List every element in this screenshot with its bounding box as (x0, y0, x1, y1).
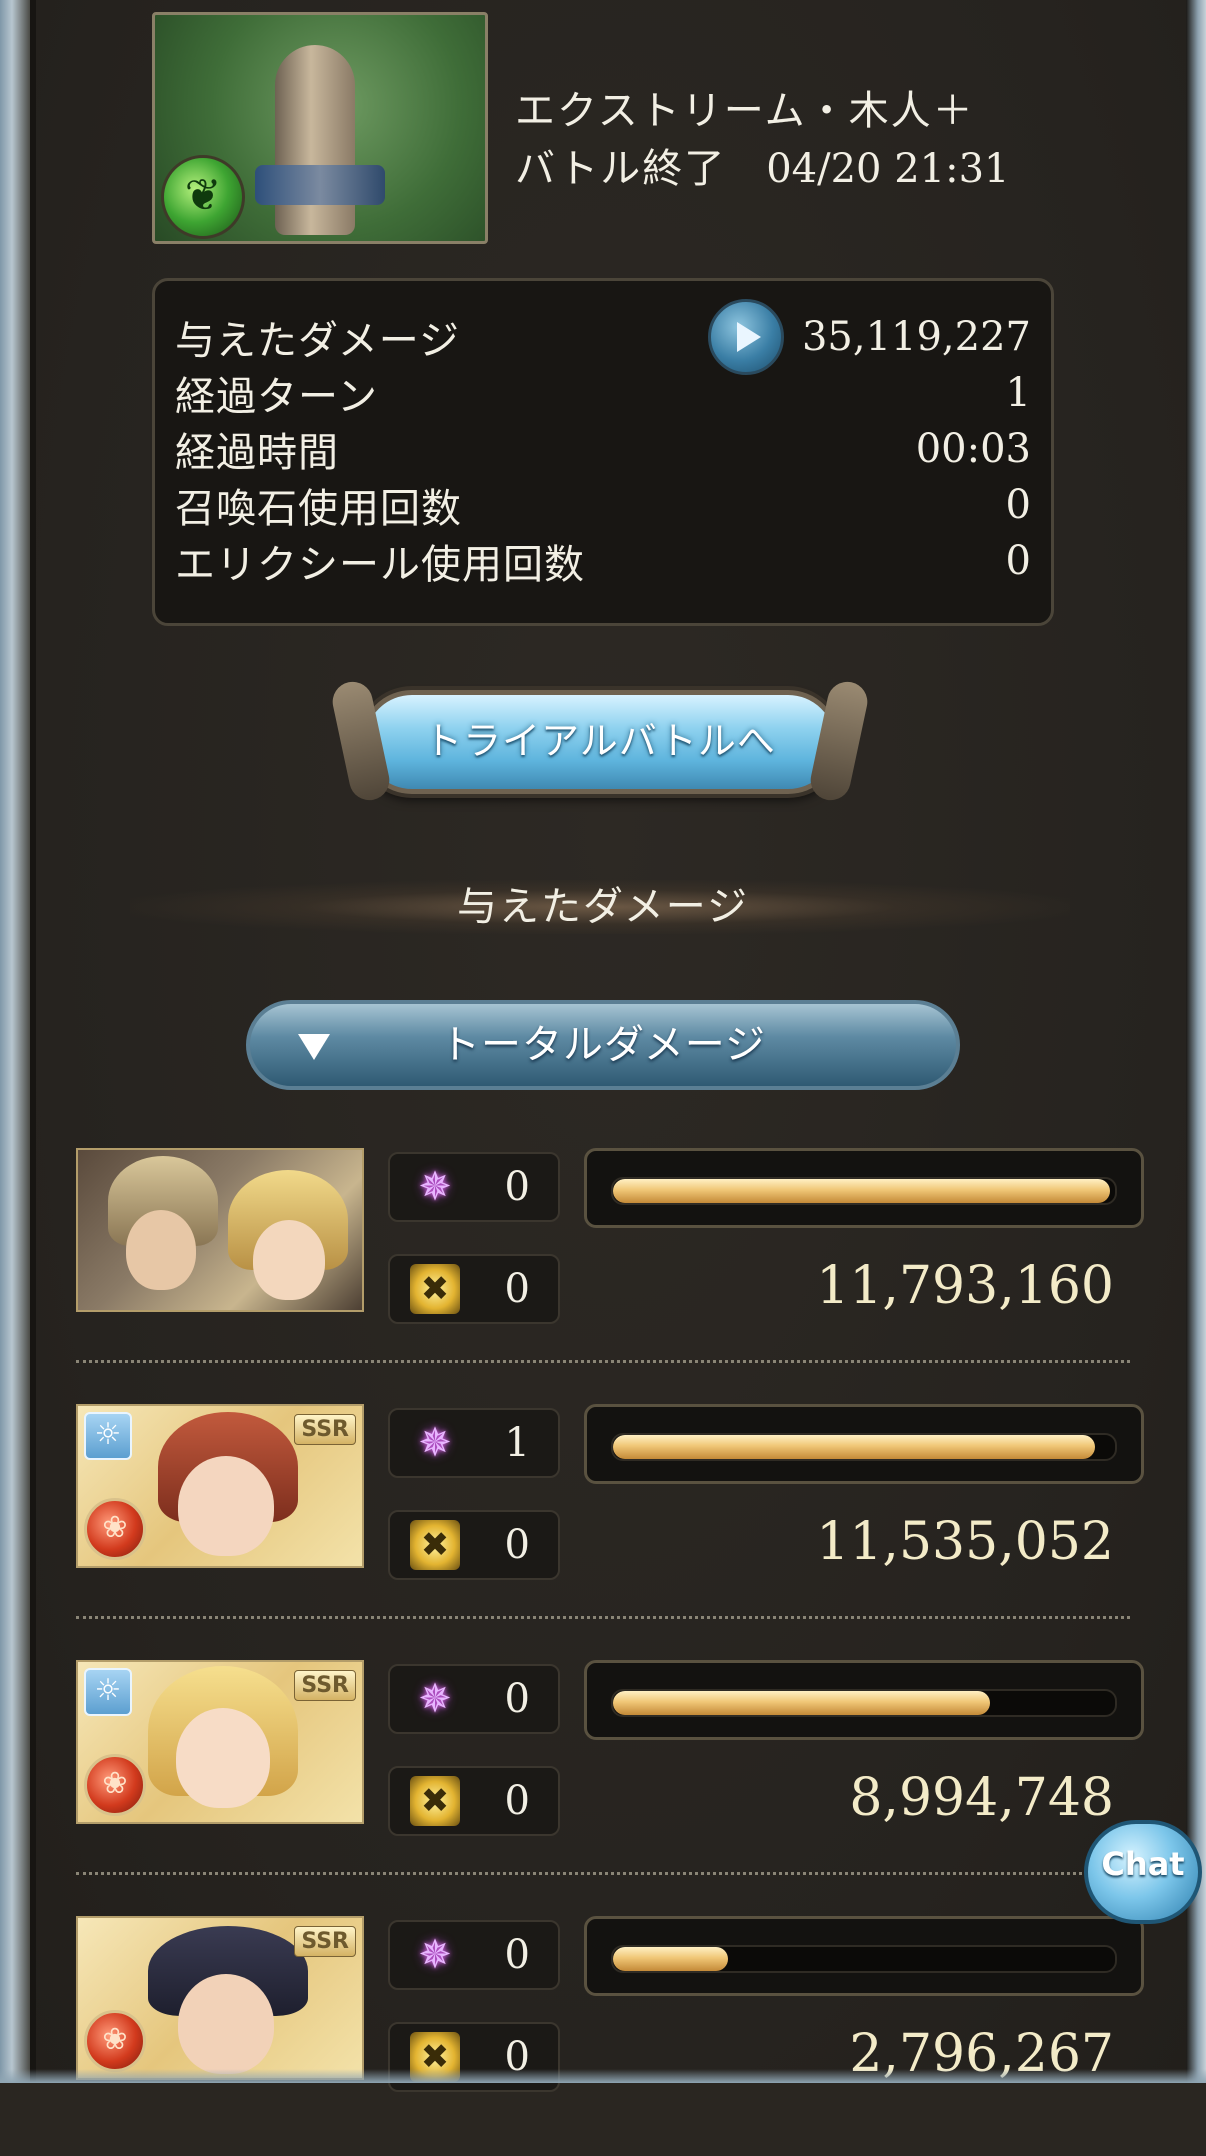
stat-row-elixirs: エリクシール使用回数 0 (175, 533, 1031, 589)
stat-row-damage: 与えたダメージ 35,119,227 (175, 299, 1031, 375)
stat-value: 35,119,227 (707, 299, 1031, 375)
damage-bar-track (611, 1433, 1117, 1461)
damage-bar-fill (613, 1691, 990, 1715)
portrait-art (176, 1708, 270, 1808)
skill-count: 0 (504, 1522, 530, 1568)
damage-bar (584, 1916, 1144, 1996)
bottom-frame (0, 2069, 1206, 2083)
character-row: SSR ❀ ✵ 0 ✖ 0 2,796,267 (0, 1916, 1206, 2156)
training-dummy-image (275, 45, 355, 235)
fire-icon: ❀ (84, 2010, 146, 2072)
stat-row-summons: 召喚石使用回数 0 (175, 477, 1031, 533)
ougi-count-box: ✵ 1 (388, 1408, 560, 1478)
skill-count: 0 (504, 1266, 530, 1312)
ougi-count: 0 (504, 1932, 530, 1978)
portrait-art (178, 1974, 274, 2074)
stat-value: 00:03 (915, 426, 1031, 472)
stat-row-time: 経過時間 00:03 (175, 421, 1031, 477)
skill-count-box: ✖ 0 (388, 1254, 560, 1324)
character-row: ☼ SSR ❀ ✵ 1 ✖ 0 11,535,052 (0, 1404, 1206, 1644)
ougi-icon: ✵ (418, 1932, 452, 1978)
skill-count-box: ✖ 0 (388, 1510, 560, 1580)
ring-icon: ☼ (84, 1412, 132, 1460)
damage-bar (584, 1148, 1144, 1228)
dropdown-label: トータルダメージ (440, 1022, 766, 1068)
skill-icon: ✖ (410, 1520, 460, 1570)
damage-bar-fill (613, 1435, 1095, 1459)
stat-label: 経過ターン (175, 374, 378, 420)
character-row: ✵ 0 ✖ 0 11,793,160 (0, 1148, 1206, 1388)
damage-value: 11,793,160 (816, 1256, 1114, 1316)
damage-bar-track (611, 1177, 1117, 1205)
damage-type-dropdown[interactable]: トータルダメージ (246, 1000, 960, 1090)
portrait-art (126, 1210, 196, 1290)
skill-icon: ✖ (410, 1264, 460, 1314)
damage-bar-fill (613, 1179, 1110, 1203)
ougi-count-box: ✵ 0 (388, 1152, 560, 1222)
stat-label: 召喚石使用回数 (175, 486, 462, 532)
battle-datetime: 04/20 21:31 (766, 146, 1010, 192)
fire-icon: ❀ (84, 1498, 146, 1560)
stat-label: エリクシール使用回数 (175, 542, 585, 588)
ssr-badge: SSR (294, 1926, 356, 1957)
stat-value: 0 (1005, 538, 1031, 584)
ssr-badge: SSR (294, 1670, 356, 1701)
character-portrait[interactable]: SSR ❀ (76, 1916, 364, 2080)
skill-icon: ✖ (410, 1776, 460, 1826)
damage-value: 8,994,748 (849, 1768, 1114, 1828)
battle-status: バトル終了 (515, 146, 727, 192)
row-divider (76, 1872, 1130, 1875)
damage-bar-track (611, 1945, 1117, 1973)
damage-bar-fill (613, 1947, 729, 1971)
row-divider (76, 1616, 1130, 1619)
ougi-count: 0 (504, 1676, 530, 1722)
stat-value: 0 (1005, 482, 1031, 528)
fire-icon: ❀ (84, 1754, 146, 1816)
ssr-badge: SSR (294, 1414, 356, 1445)
chat-button[interactable]: Chat (1084, 1820, 1202, 1924)
quest-title: エクストリーム・木人＋ (515, 88, 975, 134)
character-row: ☼ SSR ❀ ✵ 0 ✖ 0 8,994,748 (0, 1660, 1206, 1900)
play-icon[interactable] (707, 299, 784, 375)
portrait-art (178, 1456, 274, 1556)
skill-count: 0 (504, 1778, 530, 1824)
character-portrait[interactable]: ☼ SSR ❀ (76, 1660, 364, 1824)
quest-status: バトル終了 04/20 21:31 (515, 136, 1009, 194)
stat-label: 与えたダメージ (175, 318, 460, 364)
chat-label: Chat (1101, 1845, 1185, 1883)
trial-battle-button[interactable]: トライアルバトルへ (360, 690, 840, 794)
character-portrait[interactable] (76, 1148, 364, 1312)
ougi-count: 0 (504, 1164, 530, 1210)
damage-bar-track (611, 1689, 1117, 1717)
section-title: 与えたダメージ (457, 884, 749, 930)
ougi-icon: ✵ (418, 1420, 452, 1466)
stat-label: 経過時間 (175, 430, 339, 476)
training-dummy-belt (255, 165, 385, 205)
ougi-count-box: ✵ 0 (388, 1664, 560, 1734)
row-divider (76, 1360, 1130, 1363)
ougi-count: 1 (504, 1420, 530, 1466)
damage-bar (584, 1660, 1144, 1740)
ougi-icon: ✵ (418, 1164, 452, 1210)
ring-icon: ☼ (84, 1668, 132, 1716)
stat-row-turns: 経過ターン 1 (175, 365, 1031, 421)
total-damage-value: 35,119,227 (801, 314, 1031, 360)
damage-bar (584, 1404, 1144, 1484)
quest-thumbnail: ❦ (152, 12, 488, 244)
chevron-down-icon (298, 1034, 330, 1060)
character-portrait[interactable]: ☼ SSR ❀ (76, 1404, 364, 1568)
ougi-icon: ✵ (418, 1676, 452, 1722)
battle-stats-box: 与えたダメージ 35,119,227 経過ターン 1 経過時間 00:03 召喚… (152, 278, 1054, 626)
wind-icon: ❦ (161, 155, 245, 239)
stat-value: 1 (1005, 370, 1031, 416)
ougi-count-box: ✵ 0 (388, 1920, 560, 1990)
damage-value: 11,535,052 (816, 1512, 1114, 1572)
portrait-art (253, 1220, 325, 1300)
skill-count-box: ✖ 0 (388, 1766, 560, 1836)
